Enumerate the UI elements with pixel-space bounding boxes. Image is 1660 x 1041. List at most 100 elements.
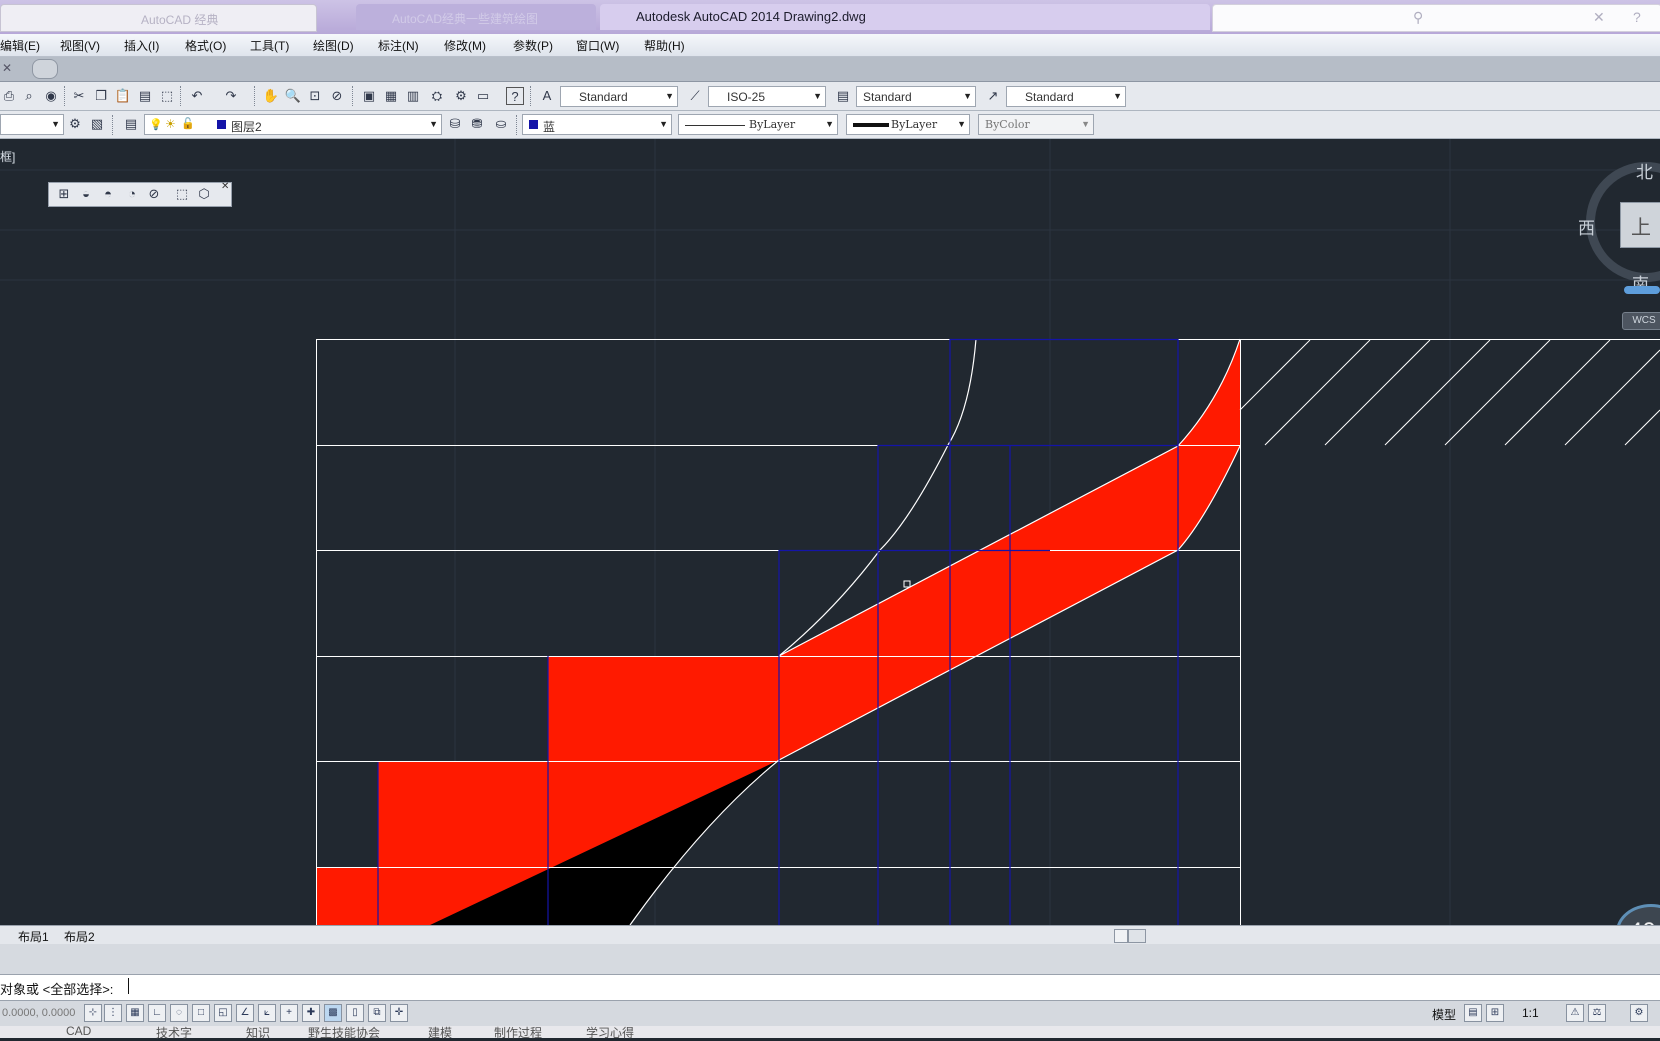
layout-view-icon[interactable]: ▤	[1464, 1004, 1482, 1022]
dynamic-ucs-icon[interactable]: ⟀	[258, 1004, 276, 1022]
free-orbit-icon[interactable]: ◓	[99, 185, 117, 203]
table-style-icon[interactable]: ▤	[834, 87, 852, 105]
mleader-style-select[interactable]: Standard ▼	[1006, 86, 1126, 107]
layer-state-icon[interactable]: ⛀	[492, 115, 510, 133]
layer-properties-icon[interactable]: ▤	[122, 115, 140, 133]
workspace-settings-icon[interactable]: ⚙	[66, 115, 84, 133]
match-properties-icon[interactable]: ▤	[136, 87, 154, 105]
close-icon[interactable]: ✕	[221, 181, 229, 192]
markup-icon[interactable]: ⚙	[452, 87, 470, 105]
close-icon[interactable]: ✕	[2, 61, 12, 75]
zoom-window-icon[interactable]: ⊡	[306, 87, 324, 105]
plot-preview-icon[interactable]: ⌕	[20, 87, 38, 105]
dim-style-select[interactable]: ISO-25 ▼	[708, 86, 826, 107]
quick-view-icon[interactable]: ⊞	[1486, 1004, 1504, 1022]
color-select[interactable]: 蓝 ▼	[522, 114, 672, 135]
tab-layout2[interactable]: 布局2	[64, 928, 95, 945]
model-button[interactable]: 模型	[1432, 1006, 1456, 1023]
wcs-menu[interactable]: WCS	[1622, 312, 1660, 330]
taskbar-item[interactable]: 知识	[246, 1024, 270, 1041]
dim-style-icon[interactable]: ⟋	[686, 87, 704, 105]
new-tab-icon[interactable]	[32, 59, 58, 79]
viewcube-face[interactable]: 上	[1620, 202, 1660, 248]
tab-layout1[interactable]: 布局1	[18, 928, 49, 945]
tool-palettes-icon[interactable]: ▥	[404, 87, 422, 105]
browser-tab[interactable]: AutoCAD经典一些建筑绘图	[356, 4, 596, 30]
binoculars-icon[interactable]: ⚲	[1413, 9, 1423, 26]
dynamic-input-icon[interactable]: +	[280, 1004, 298, 1022]
front-view-icon[interactable]: ⬚	[173, 185, 191, 203]
command-line[interactable]	[0, 974, 1660, 1001]
zoom-previous-icon[interactable]: ⊘	[328, 87, 346, 105]
taskbar-item[interactable]: 学习心得	[586, 1024, 634, 1041]
coordinate-display[interactable]: 0.0000, 0.0000	[2, 1007, 75, 1019]
calculator-icon[interactable]: ▭	[474, 87, 492, 105]
viewcube-west[interactable]: 西	[1578, 214, 1595, 239]
exchange-icon[interactable]: ✕	[1593, 9, 1605, 26]
continuous-orbit-icon[interactable]: ◔	[123, 185, 141, 203]
menu-format[interactable]: 格式(O)	[185, 37, 226, 54]
redo-icon[interactable]: ↷	[222, 87, 240, 105]
cut-icon[interactable]: ✂	[70, 87, 88, 105]
table-style-select[interactable]: Standard ▼	[856, 86, 976, 107]
hide-icon[interactable]: ⬡	[195, 185, 213, 203]
pan-icon[interactable]: ✋	[262, 87, 280, 105]
taskbar-item[interactable]: 技术字	[156, 1024, 192, 1041]
menu-insert[interactable]: 插入(I)	[124, 37, 159, 54]
layer-select[interactable]: 💡 ☀ 🔓 图层2 ▼	[144, 114, 442, 135]
mleader-style-icon[interactable]: ↗	[984, 87, 1002, 105]
adjust-distance-icon[interactable]: ⊘	[145, 185, 163, 203]
drawing-area[interactable]	[0, 139, 1660, 925]
taskbar-item[interactable]: 建模	[428, 1024, 452, 1041]
snap-mode-icon[interactable]: ⋮	[104, 1004, 122, 1022]
taskbar-item[interactable]: 野生技能协会	[308, 1024, 380, 1041]
menu-help[interactable]: 帮助(H)	[644, 37, 685, 54]
block-editor-icon[interactable]: ⬚	[158, 87, 176, 105]
auto-scale-icon[interactable]: ⚖	[1588, 1004, 1606, 1022]
annotation-scale[interactable]: 1:1	[1522, 1006, 1539, 1020]
menu-parameters[interactable]: 参数(P)	[513, 37, 553, 54]
plotstyle-select[interactable]: ByColor ▼	[978, 114, 1094, 135]
horizontal-scrollbar-thumb[interactable]	[1128, 929, 1146, 943]
grid-display-icon[interactable]: ▦	[126, 1004, 144, 1022]
polar-tracking-icon[interactable]: ◌	[170, 1004, 188, 1022]
properties-icon[interactable]: ▣	[360, 87, 378, 105]
object-snap-icon[interactable]: □	[192, 1004, 210, 1022]
quick-properties-icon[interactable]: ▯	[346, 1004, 364, 1022]
text-style-select[interactable]: Standard ▼	[560, 86, 678, 107]
annotation-visibility-icon[interactable]: ⚠	[1566, 1004, 1584, 1022]
lineweight-select[interactable]: ByLayer ▼	[846, 114, 970, 135]
scroll-left-button[interactable]	[1114, 929, 1128, 943]
text-style-icon[interactable]: A	[538, 87, 556, 105]
workspace-select[interactable]: ▼	[0, 114, 64, 135]
taskbar-item[interactable]: 制作过程	[494, 1024, 542, 1041]
annotation-monitor-icon[interactable]: ✛	[390, 1004, 408, 1022]
search-box[interactable]: ⚲ ✕ ?	[1212, 4, 1660, 32]
workspace-save-icon[interactable]: ▧	[88, 115, 106, 133]
menu-view[interactable]: 视图(V)	[60, 37, 100, 54]
undo-icon[interactable]: ↶	[188, 87, 206, 105]
zoom-realtime-icon[interactable]: 🔍	[284, 87, 302, 105]
transparency-icon[interactable]: ▩	[324, 1004, 342, 1022]
workspace-switch-icon[interactable]: ⚙	[1630, 1004, 1648, 1022]
named-views-icon[interactable]: ⊞	[55, 185, 73, 203]
taskbar-item[interactable]: CAD	[66, 1024, 91, 1038]
3d-object-snap-icon[interactable]: ◱	[214, 1004, 232, 1022]
print-icon[interactable]: ⎙	[0, 87, 18, 105]
help-icon[interactable]: ?	[1633, 9, 1641, 25]
menu-modify[interactable]: 修改(M)	[444, 37, 486, 54]
workspace-tab[interactable]: AutoCAD 经典	[0, 4, 317, 32]
linetype-select[interactable]: ByLayer ▼	[678, 114, 838, 135]
infer-constraints-icon[interactable]: ⊹	[84, 1004, 102, 1022]
menu-dimension[interactable]: 标注(N)	[378, 37, 419, 54]
layer-previous-icon[interactable]: ⛃	[468, 115, 486, 133]
help-icon[interactable]: ?	[506, 87, 524, 105]
selection-cycling-icon[interactable]: ⧉	[368, 1004, 386, 1022]
copy-icon[interactable]: ❐	[92, 87, 110, 105]
viewcube-north[interactable]: 北	[1636, 158, 1653, 183]
design-center-icon[interactable]: ▦	[382, 87, 400, 105]
sheet-set-icon[interactable]: ⛭	[428, 87, 446, 105]
menu-window[interactable]: 窗口(W)	[576, 37, 619, 54]
ortho-mode-icon[interactable]: ∟	[148, 1004, 166, 1022]
object-snap-tracking-icon[interactable]: ∠	[236, 1004, 254, 1022]
